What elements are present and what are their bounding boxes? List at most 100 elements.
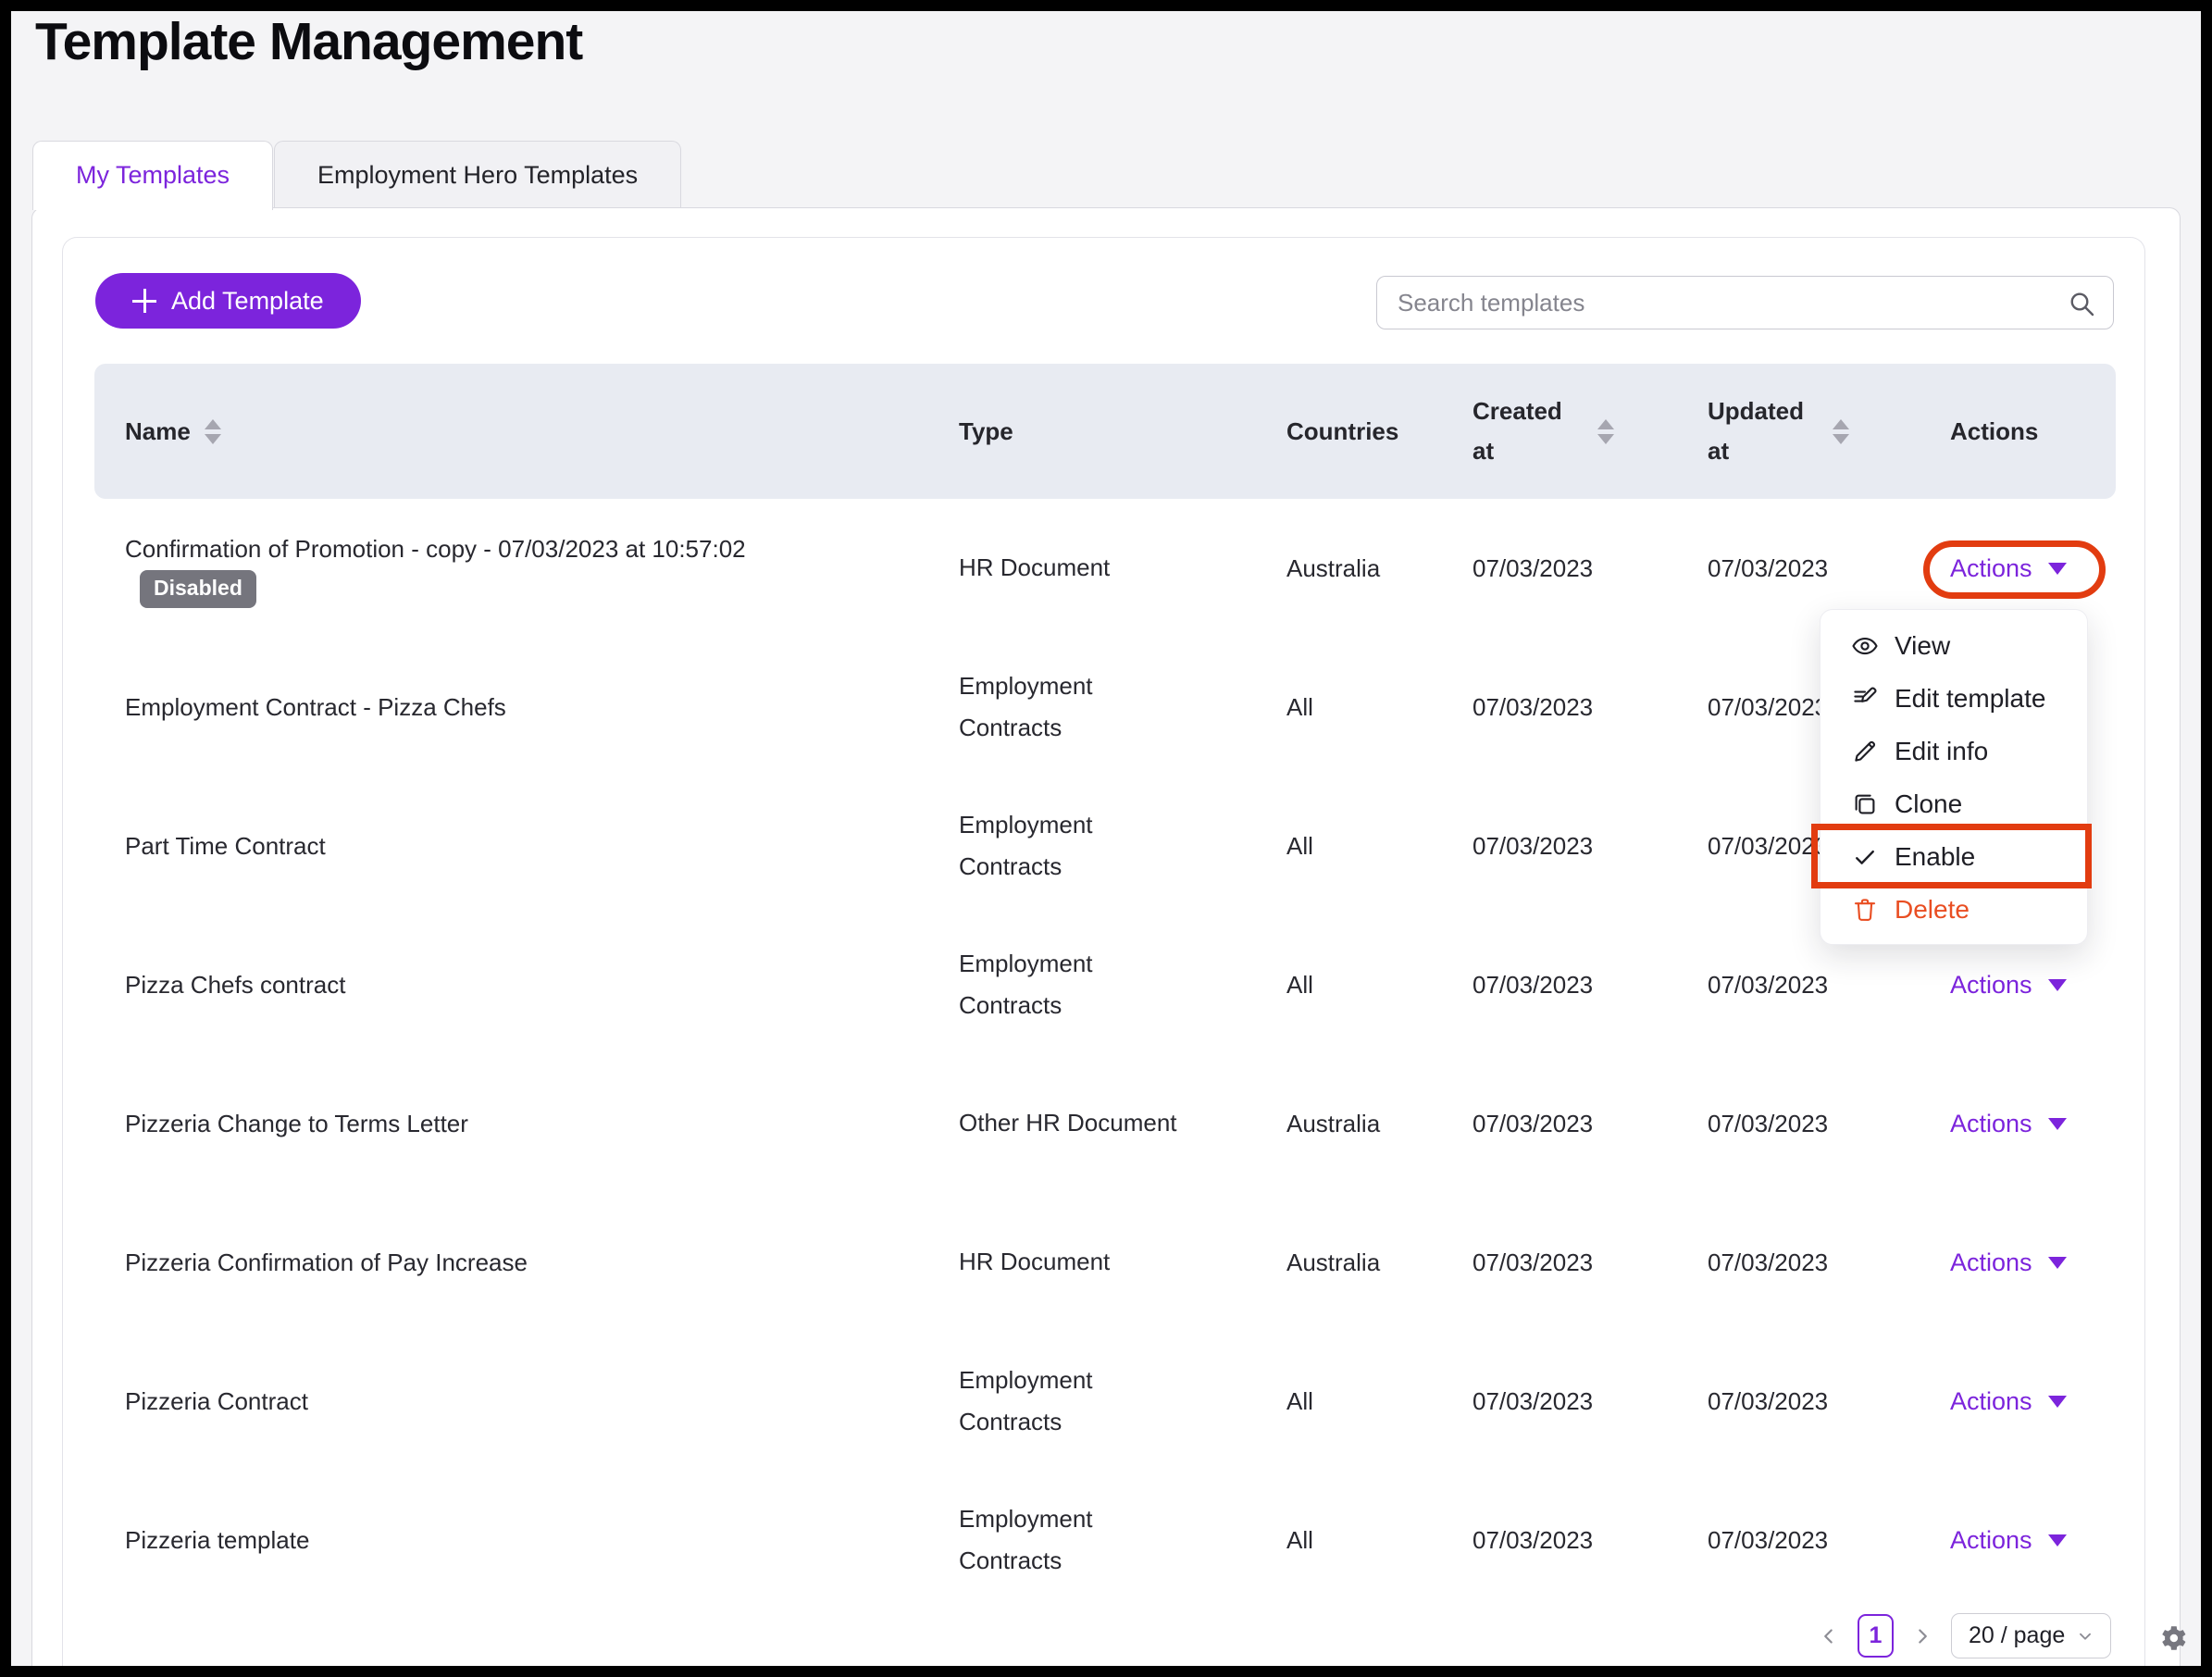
- cell-type: Employment Contracts: [959, 665, 1286, 750]
- cell-name: Part Time Contract: [125, 825, 959, 868]
- prev-page-button[interactable]: [1817, 1624, 1841, 1648]
- cell-name: Pizzeria Change to Terms Letter: [125, 1102, 959, 1146]
- table-row: Employment Contract - Pizza Chefs Employ…: [94, 638, 2116, 776]
- pencil-icon: [1851, 738, 1879, 765]
- cell-name: Pizzeria Confirmation of Pay Increase: [125, 1241, 959, 1285]
- template-name: Pizzeria Confirmation of Pay Increase: [125, 1248, 528, 1276]
- plus-icon: [132, 289, 156, 313]
- search-box: [1376, 276, 2114, 329]
- row-actions-button[interactable]: Actions: [1950, 1110, 2067, 1138]
- page-size-select[interactable]: 20 / page: [1951, 1613, 2111, 1658]
- chevron-down-icon: [2048, 1118, 2067, 1130]
- settings-gear-icon[interactable]: [2157, 1622, 2189, 1654]
- column-header-updated-at: Updated at: [1708, 391, 1950, 471]
- chevron-left-icon: [1817, 1624, 1841, 1648]
- cell-created-at: 07/03/2023: [1473, 1387, 1708, 1416]
- cell-created-at: 07/03/2023: [1473, 1526, 1708, 1555]
- pagination: 1 20 / page: [1817, 1613, 2111, 1658]
- search-input[interactable]: [1377, 277, 2113, 329]
- eye-icon: [1851, 632, 1879, 660]
- cell-countries: All: [1286, 832, 1473, 861]
- chevron-down-icon: [2075, 1626, 2095, 1646]
- sort-icon[interactable]: [1833, 419, 1849, 444]
- page-size-value: 20 / page: [1969, 1622, 2065, 1649]
- cell-countries: Australia: [1286, 1248, 1473, 1277]
- clone-icon: [1851, 790, 1879, 818]
- table-body: Confirmation of Promotion - copy - 07/03…: [94, 499, 2116, 1609]
- cell-type: Other HR Document: [959, 1102, 1286, 1145]
- cell-updated-at: 07/03/2023: [1708, 1248, 1950, 1277]
- sort-icon[interactable]: [1597, 419, 1614, 444]
- cell-actions: Actions: [1950, 971, 2116, 1000]
- menu-item-enable[interactable]: Enable: [1821, 830, 2087, 883]
- template-name: Pizzeria Contract: [125, 1387, 308, 1415]
- cell-updated-at: 07/03/2023: [1708, 1110, 1950, 1138]
- page-title: Template Management: [35, 11, 582, 72]
- search-icon: [2067, 289, 2096, 318]
- templates-card: Add Template Name Type Countries Created…: [62, 237, 2145, 1677]
- cell-updated-at: 07/03/2023: [1708, 1526, 1950, 1555]
- cell-countries: Australia: [1286, 554, 1473, 583]
- column-header-countries: Countries: [1286, 417, 1473, 446]
- table-row: Pizzeria Confirmation of Pay Increase HR…: [94, 1193, 2116, 1332]
- cell-actions: Actions: [1950, 1110, 2116, 1138]
- add-template-button[interactable]: Add Template: [95, 273, 361, 329]
- column-header-type: Type: [959, 417, 1286, 446]
- row-actions-button[interactable]: Actions: [1950, 971, 2067, 1000]
- table-row: Pizza Chefs contract Employment Contract…: [94, 915, 2116, 1054]
- cell-type: Employment Contracts: [959, 804, 1286, 888]
- cell-created-at: 07/03/2023: [1473, 1110, 1708, 1138]
- menu-item-clone[interactable]: Clone: [1821, 777, 2087, 830]
- cell-actions: Actions: [1950, 554, 2116, 583]
- trash-icon: [1851, 896, 1879, 924]
- cell-updated-at: 07/03/2023: [1708, 554, 1950, 583]
- table-row: Confirmation of Promotion - copy - 07/03…: [94, 499, 2116, 638]
- template-name: Confirmation of Promotion - copy - 07/03…: [125, 535, 746, 563]
- chevron-down-icon: [2048, 1396, 2067, 1408]
- menu-item-edit-template[interactable]: Edit template: [1821, 672, 2087, 725]
- status-badge: Disabled: [140, 570, 256, 608]
- cell-type: HR Document: [959, 547, 1286, 590]
- cell-actions: Actions: [1950, 1526, 2116, 1555]
- cell-updated-at: 07/03/2023: [1708, 971, 1950, 1000]
- template-name: Pizzeria template: [125, 1526, 309, 1554]
- check-icon: [1851, 843, 1879, 871]
- cell-created-at: 07/03/2023: [1473, 971, 1708, 1000]
- tab-my-templates[interactable]: My Templates: [32, 141, 273, 210]
- cell-created-at: 07/03/2023: [1473, 693, 1708, 722]
- cell-updated-at: 07/03/2023: [1708, 1387, 1950, 1416]
- column-header-name: Name: [125, 417, 959, 446]
- actions-dropdown-menu: View Edit template Edit info Clone: [1820, 609, 2088, 945]
- menu-item-edit-info[interactable]: Edit info: [1821, 725, 2087, 777]
- table-header: Name Type Countries Created at Updated a…: [94, 364, 2116, 499]
- chevron-down-icon: [2048, 979, 2067, 991]
- cell-countries: All: [1286, 1526, 1473, 1555]
- cell-created-at: 07/03/2023: [1473, 554, 1708, 583]
- table-row: Pizzeria Change to Terms Letter Other HR…: [94, 1054, 2116, 1193]
- cell-type: Employment Contracts: [959, 943, 1286, 1027]
- sort-icon[interactable]: [205, 419, 221, 444]
- row-actions-button[interactable]: Actions: [1950, 1248, 2067, 1277]
- current-page[interactable]: 1: [1858, 1614, 1894, 1658]
- menu-item-delete[interactable]: Delete: [1821, 883, 2087, 936]
- row-actions-button[interactable]: Actions: [1950, 554, 2067, 583]
- chevron-right-icon: [1910, 1624, 1934, 1648]
- cell-countries: All: [1286, 1387, 1473, 1416]
- template-name: Part Time Contract: [125, 832, 326, 860]
- row-actions-button[interactable]: Actions: [1950, 1387, 2067, 1416]
- cell-created-at: 07/03/2023: [1473, 832, 1708, 861]
- add-template-label: Add Template: [171, 287, 324, 316]
- menu-item-view[interactable]: View: [1821, 619, 2087, 672]
- edit-template-icon: [1851, 685, 1879, 713]
- next-page-button[interactable]: [1910, 1624, 1934, 1648]
- cell-actions: Actions: [1950, 1248, 2116, 1277]
- column-header-created-at: Created at: [1473, 391, 1708, 471]
- table-row: Pizzeria template Employment Contracts A…: [94, 1471, 2116, 1609]
- cell-name: Employment Contract - Pizza Chefs: [125, 686, 959, 729]
- row-actions-button[interactable]: Actions: [1950, 1526, 2067, 1555]
- table-row: Pizzeria Contract Employment Contracts A…: [94, 1332, 2116, 1471]
- cell-name: Pizzeria Contract: [125, 1380, 959, 1423]
- tab-employment-hero-templates[interactable]: Employment Hero Templates: [274, 141, 681, 207]
- cell-name: Pizzeria template: [125, 1519, 959, 1562]
- chevron-down-icon: [2048, 1257, 2067, 1269]
